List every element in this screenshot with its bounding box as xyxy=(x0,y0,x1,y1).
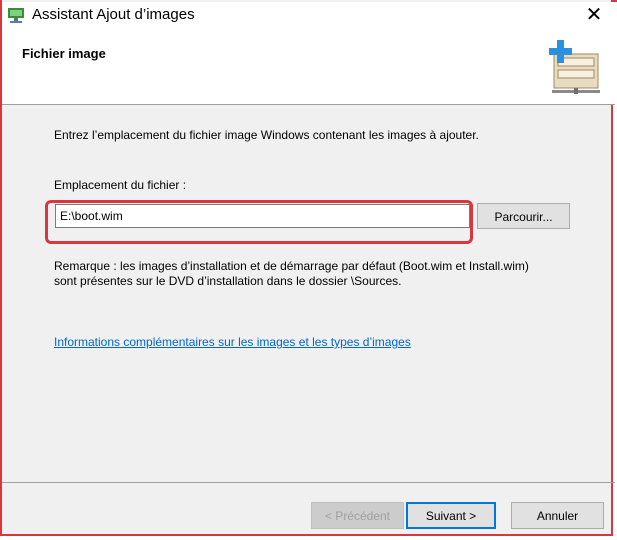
footer-divider xyxy=(2,482,615,483)
window-title: Assistant Ajout d’images xyxy=(32,6,195,23)
cancel-button[interactable]: Annuler xyxy=(511,502,604,529)
add-image-cabinet-icon xyxy=(549,40,600,94)
page-title: Fichier image xyxy=(22,46,106,61)
more-info-link[interactable]: Informations complémentaires sur les ima… xyxy=(54,335,411,349)
file-location-input[interactable] xyxy=(55,204,470,228)
browse-button[interactable]: Parcourir... xyxy=(477,203,570,229)
intro-text: Entrez l’emplacement du fichier image Wi… xyxy=(54,128,479,142)
previous-button[interactable]: < Précédent xyxy=(311,502,404,529)
location-label: Emplacement du fichier : xyxy=(54,178,187,192)
next-button[interactable]: Suivant > xyxy=(406,502,496,529)
title-bar: Assistant Ajout d’images ✕ xyxy=(2,2,615,28)
close-icon: ✕ xyxy=(585,4,603,26)
wizard-header: Fichier image xyxy=(2,28,615,105)
wds-app-icon xyxy=(8,8,24,23)
wizard-window: Assistant Ajout d’images ✕ Fichier image… xyxy=(0,0,615,536)
close-button[interactable]: ✕ xyxy=(581,2,607,28)
remark-text: Remarque : les images d’installation et … xyxy=(54,259,529,288)
